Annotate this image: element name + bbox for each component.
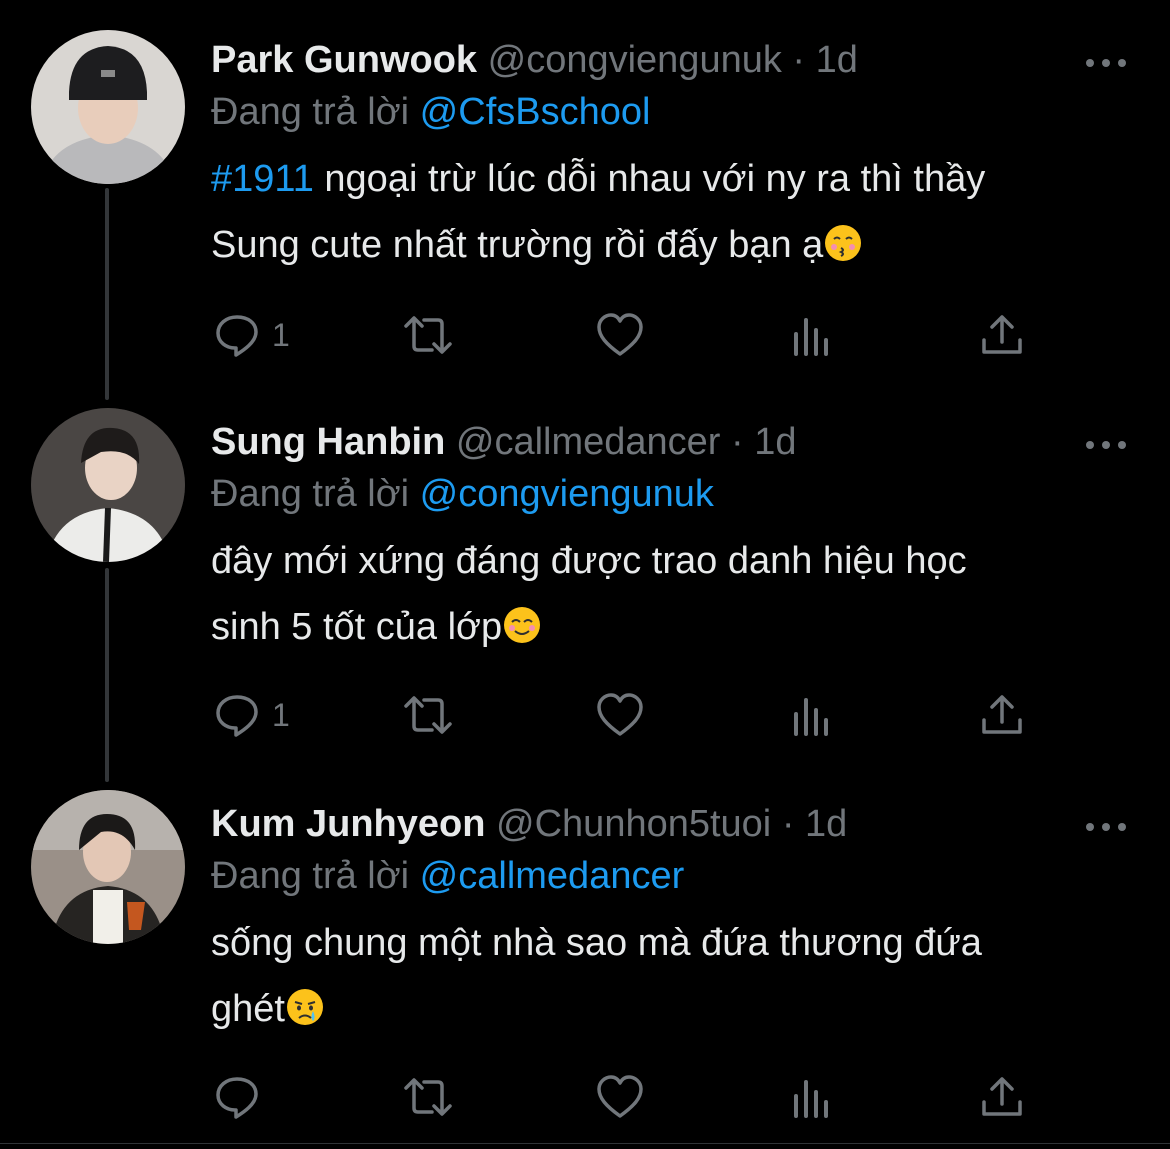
replying-to: Đang trả lời @CfsBschool xyxy=(211,88,650,136)
tweet-text-line: sinh 5 tốt của lớp xyxy=(211,606,503,648)
tweet-actions: 1 xyxy=(210,690,1050,740)
share-button[interactable] xyxy=(980,310,1024,360)
reply-count: 1 xyxy=(272,316,290,353)
tweet-text: đây mới xứng đáng được trao danh hiệu họ… xyxy=(211,528,1131,660)
more-icon[interactable] xyxy=(1086,820,1126,834)
display-name[interactable]: Sung Hanbin xyxy=(211,421,445,463)
avatar[interactable] xyxy=(31,790,185,944)
crying-face-emoji xyxy=(286,989,323,1025)
retweet-icon xyxy=(404,696,452,734)
replying-label: Đang trả lời xyxy=(211,473,410,515)
views-button[interactable] xyxy=(792,1072,832,1122)
tweet[interactable]: Sung Hanbin @callmedancer · 1d Đang trả … xyxy=(0,408,1170,768)
mention-link[interactable]: @congviengunuk xyxy=(420,473,714,515)
avatar[interactable] xyxy=(31,30,185,184)
retweet-button[interactable] xyxy=(400,1072,456,1122)
retweet-button[interactable] xyxy=(400,310,456,360)
share-icon xyxy=(982,315,1022,354)
reply-icon xyxy=(216,315,258,357)
like-button[interactable] xyxy=(596,690,644,740)
more-icon[interactable] xyxy=(1086,438,1126,452)
like-button[interactable] xyxy=(596,1072,644,1122)
retweet-icon xyxy=(404,316,452,354)
avatar[interactable] xyxy=(31,408,185,562)
tweet-text-line: ngoại trừ lúc dỗi nhau với ny ra thì thầ… xyxy=(313,158,986,200)
separator-dot: · xyxy=(781,803,795,845)
user-handle[interactable]: @callmedancer xyxy=(456,421,721,463)
display-name[interactable]: Kum Junhyeon xyxy=(211,803,485,845)
views-icon xyxy=(794,698,828,736)
views-icon xyxy=(794,318,828,356)
timestamp[interactable]: 1d xyxy=(754,421,796,463)
mention-link[interactable]: @CfsBschool xyxy=(420,91,651,133)
smiling-face-emoji xyxy=(504,607,541,643)
reply-button[interactable]: 1 xyxy=(214,690,290,740)
more-icon[interactable] xyxy=(1086,56,1126,70)
tweet-text-line: sống chung một nhà sao mà đứa thương đứa xyxy=(211,922,982,964)
tweet-actions: 1 xyxy=(210,310,1050,360)
reply-icon xyxy=(216,1077,258,1119)
replying-to: Đang trả lời @congviengunuk xyxy=(211,470,714,518)
tweet[interactable]: Park Gunwook @congviengunuk · 1d Đang tr… xyxy=(0,26,1170,386)
tweet-text: sống chung một nhà sao mà đứa thương đứa… xyxy=(211,910,1131,1042)
share-icon xyxy=(982,1077,1022,1116)
tweet-header: Sung Hanbin @callmedancer · 1d xyxy=(211,418,1170,474)
replying-to: Đang trả lời @callmedancer xyxy=(211,852,684,900)
retweet-icon xyxy=(404,1078,452,1116)
reply-icon xyxy=(216,695,258,737)
tweet-text: #1911 ngoại trừ lúc dỗi nhau với ny ra t… xyxy=(211,146,1131,278)
like-icon xyxy=(597,693,643,736)
replying-label: Đang trả lời xyxy=(211,855,410,897)
like-icon xyxy=(597,1075,643,1118)
timestamp[interactable]: 1d xyxy=(805,803,847,845)
user-handle[interactable]: @Chunhon5tuoi xyxy=(496,803,771,845)
tweet-header: Park Gunwook @congviengunuk · 1d xyxy=(211,36,1170,92)
divider xyxy=(0,1143,1170,1144)
share-button[interactable] xyxy=(980,690,1024,740)
tweet-text-line: ghét xyxy=(211,988,285,1030)
tweet-text-line: Sung cute nhất trường rồi đấy bạn ạ xyxy=(211,224,824,266)
views-icon xyxy=(794,1080,828,1118)
replying-label: Đang trả lời xyxy=(211,91,410,133)
retweet-button[interactable] xyxy=(400,690,456,740)
like-button[interactable] xyxy=(596,310,644,360)
user-handle[interactable]: @congviengunuk xyxy=(488,39,782,81)
like-icon xyxy=(597,313,643,356)
reply-count: 1 xyxy=(272,696,290,733)
share-button[interactable] xyxy=(980,1072,1024,1122)
reply-button[interactable] xyxy=(214,1072,260,1122)
display-name[interactable]: Park Gunwook xyxy=(211,39,477,81)
separator-dot: · xyxy=(731,421,744,463)
tweet-header: Kum Junhyeon @Chunhon5tuoi · 1d xyxy=(211,800,1170,856)
share-icon xyxy=(982,695,1022,734)
hashtag-link[interactable]: #1911 xyxy=(211,158,314,200)
mention-link[interactable]: @callmedancer xyxy=(420,855,685,897)
separator-dot: · xyxy=(792,39,806,81)
kissing-face-emoji xyxy=(825,225,862,261)
tweet[interactable]: Kum Junhyeon @Chunhon5tuoi · 1d Đang trả… xyxy=(0,790,1170,1130)
timestamp[interactable]: 1d xyxy=(816,39,858,81)
views-button[interactable] xyxy=(792,690,832,740)
views-button[interactable] xyxy=(792,310,832,360)
tweet-actions xyxy=(210,1072,1050,1122)
reply-button[interactable]: 1 xyxy=(214,310,290,360)
tweet-text-line: đây mới xứng đáng được trao danh hiệu họ… xyxy=(211,540,967,582)
